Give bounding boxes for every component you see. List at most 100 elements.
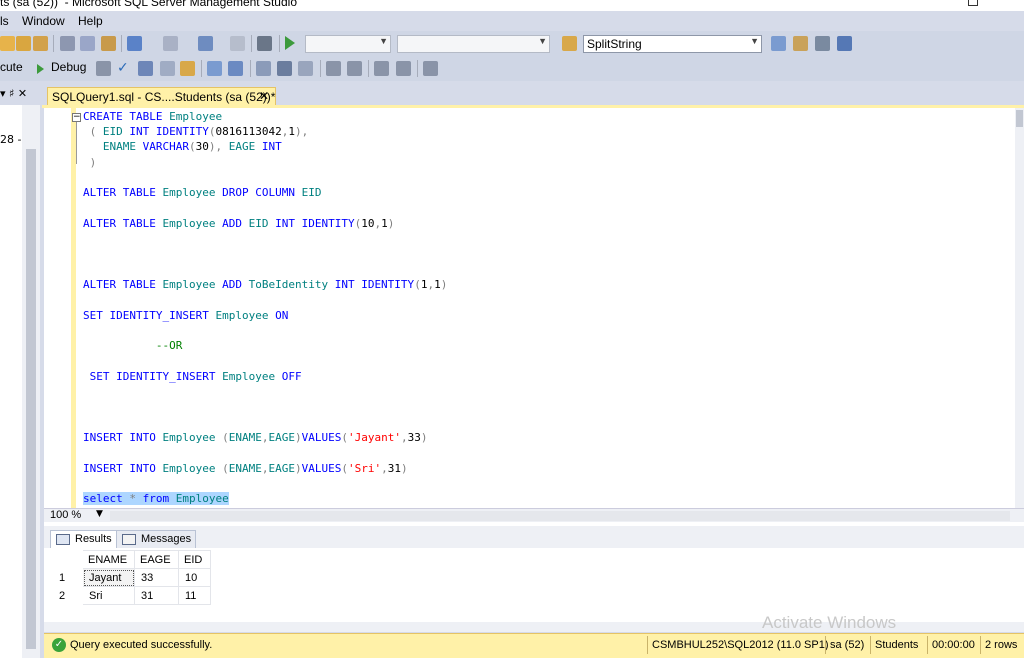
results-tab-strip: Results Messages <box>44 526 1024 548</box>
status-bar: ✓ Query executed successfully. CSMBHUL25… <box>44 633 1024 658</box>
results-grid: ENAME EAGE EID 1 Jayant 33 10 2 Sri 31 1… <box>52 550 211 605</box>
chevron-down-icon[interactable]: ▼ <box>96 509 103 519</box>
find-icon[interactable] <box>562 36 577 51</box>
navigate-icon[interactable] <box>198 36 213 51</box>
client-stats-icon[interactable] <box>228 61 243 76</box>
code-line: --OR <box>155 339 183 352</box>
separator <box>368 60 369 77</box>
debug-button[interactable]: Debug <box>51 60 86 74</box>
results-to-icon[interactable] <box>180 61 195 76</box>
redo-icon[interactable] <box>163 36 178 51</box>
messages-icon <box>122 534 136 545</box>
decrease-indent-icon[interactable] <box>374 61 389 76</box>
column-header-eid[interactable]: EID <box>178 550 211 569</box>
grid-cell[interactable]: 31 <box>134 586 179 605</box>
toolbox-icon[interactable] <box>815 36 830 51</box>
standard-toolbar: ▼ ▼ SplitString ▼ <box>0 31 1024 56</box>
database-combo[interactable]: ▼ <box>305 35 391 53</box>
database-engine-query-icon[interactable] <box>16 36 31 51</box>
separator <box>279 35 280 52</box>
column-header-ename[interactable]: ENAME <box>82 550 135 569</box>
cancel-query-icon[interactable] <box>96 61 111 76</box>
start-debug-icon[interactable] <box>285 36 295 50</box>
separator <box>417 60 418 77</box>
code-line-selected: select * from Employee <box>83 492 229 505</box>
window-icon[interactable] <box>837 36 852 51</box>
grid-icon <box>56 534 70 545</box>
scrollbar-thumb[interactable] <box>1016 110 1023 127</box>
search-combo[interactable]: SplitString ▼ <box>583 35 762 53</box>
execute-button[interactable]: cute <box>0 60 23 74</box>
analysis-query-icon[interactable] <box>33 36 48 51</box>
maximize-icon[interactable] <box>968 0 978 6</box>
properties-icon[interactable] <box>793 36 808 51</box>
status-elapsed: 00:00:00 <box>932 639 975 651</box>
menu-help[interactable]: Help <box>78 14 103 28</box>
display-plan-icon[interactable] <box>138 61 153 76</box>
grid-cell[interactable]: Jayant <box>82 568 135 587</box>
object-explorer-tree <box>0 105 22 658</box>
divider <box>927 636 928 654</box>
grid-cell[interactable]: Sri <box>82 586 135 605</box>
row-number[interactable]: 1 <box>52 568 83 587</box>
menu-window[interactable]: Window <box>22 14 65 28</box>
grid-cell[interactable]: 33 <box>134 568 179 587</box>
change-tracking-margin <box>71 108 76 508</box>
panel-pin-controls[interactable]: ▾ ♯ ✕ <box>0 87 42 103</box>
new-query-icon[interactable] <box>0 36 15 51</box>
sql-editor-toolbar: cute Debug ✓ <box>0 56 1024 81</box>
paste-icon[interactable] <box>101 36 116 51</box>
include-plan-icon[interactable] <box>207 61 222 76</box>
results-text-icon[interactable] <box>256 61 271 76</box>
tab-messages[interactable]: Messages <box>116 530 197 548</box>
code-line: INSERT INTO Employee (ENAME,EAGE)VALUES(… <box>83 431 428 444</box>
uncomment-icon[interactable] <box>347 61 362 76</box>
cut-icon[interactable] <box>60 36 75 51</box>
collapse-icon[interactable]: − <box>72 113 81 122</box>
code-line: ALTER TABLE Employee ADD ToBeIdentity IN… <box>83 278 448 291</box>
editor-zoom-bar: 100 % ▼ <box>44 508 1024 522</box>
activation-watermark: Activate Windows <box>762 613 897 632</box>
grid-cell[interactable]: 10 <box>178 568 211 587</box>
column-header-eage[interactable]: EAGE <box>134 550 179 569</box>
separator <box>53 35 54 52</box>
debug-icon[interactable] <box>37 64 44 74</box>
chevron-down-icon: ▼ <box>538 36 547 46</box>
server-combo[interactable]: ▼ <box>397 35 550 53</box>
save-results-icon[interactable] <box>230 36 245 51</box>
menu-tools[interactable]: ls <box>0 14 9 28</box>
tab-results[interactable]: Results <box>50 530 117 548</box>
grid-cell[interactable]: 11 <box>178 586 211 605</box>
tab-sqlquery1[interactable]: SQLQuery1.sql - CS....Students (sa (52))… <box>47 87 276 106</box>
divider <box>647 636 648 654</box>
results-grid-icon[interactable] <box>277 61 292 76</box>
query-editor[interactable]: − CREATE TABLE Employee ( EID INT IDENTI… <box>44 108 1024 508</box>
increase-indent-icon[interactable] <box>396 61 411 76</box>
solution-explorer-icon[interactable] <box>771 36 786 51</box>
code-line: SET IDENTITY_INSERT Employee OFF <box>89 370 302 383</box>
grid-header-row: ENAME EAGE EID <box>52 550 211 569</box>
query-designer-icon[interactable] <box>160 61 175 76</box>
zoom-level[interactable]: 100 % <box>50 509 81 521</box>
code-line: ALTER TABLE Employee DROP COLUMN EID <box>83 186 322 199</box>
divider <box>825 636 826 654</box>
scrollbar-thumb[interactable] <box>26 149 36 649</box>
results-file-icon[interactable] <box>298 61 313 76</box>
object-explorer-scrollbar[interactable] <box>22 105 40 658</box>
comment-icon[interactable] <box>326 61 341 76</box>
code-line: ENAME VARCHAR(30), EAGE INT <box>102 140 282 153</box>
table-row: 2 Sri 31 11 <box>52 586 211 605</box>
specify-values-icon[interactable] <box>423 61 438 76</box>
code-line: ) <box>89 156 97 169</box>
undo-icon[interactable] <box>127 36 142 51</box>
parse-check-icon[interactable]: ✓ <box>117 61 132 76</box>
print-icon[interactable] <box>257 36 272 51</box>
status-user: sa (52) <box>830 639 865 651</box>
close-icon[interactable]: ✕ <box>259 89 269 103</box>
editor-horizontal-scrollbar[interactable] <box>110 511 1010 521</box>
editor-vertical-scrollbar[interactable] <box>1015 108 1024 518</box>
row-number[interactable]: 2 <box>52 586 83 605</box>
status-database: Students <box>875 639 919 651</box>
separator <box>201 60 202 77</box>
copy-icon[interactable] <box>80 36 95 51</box>
